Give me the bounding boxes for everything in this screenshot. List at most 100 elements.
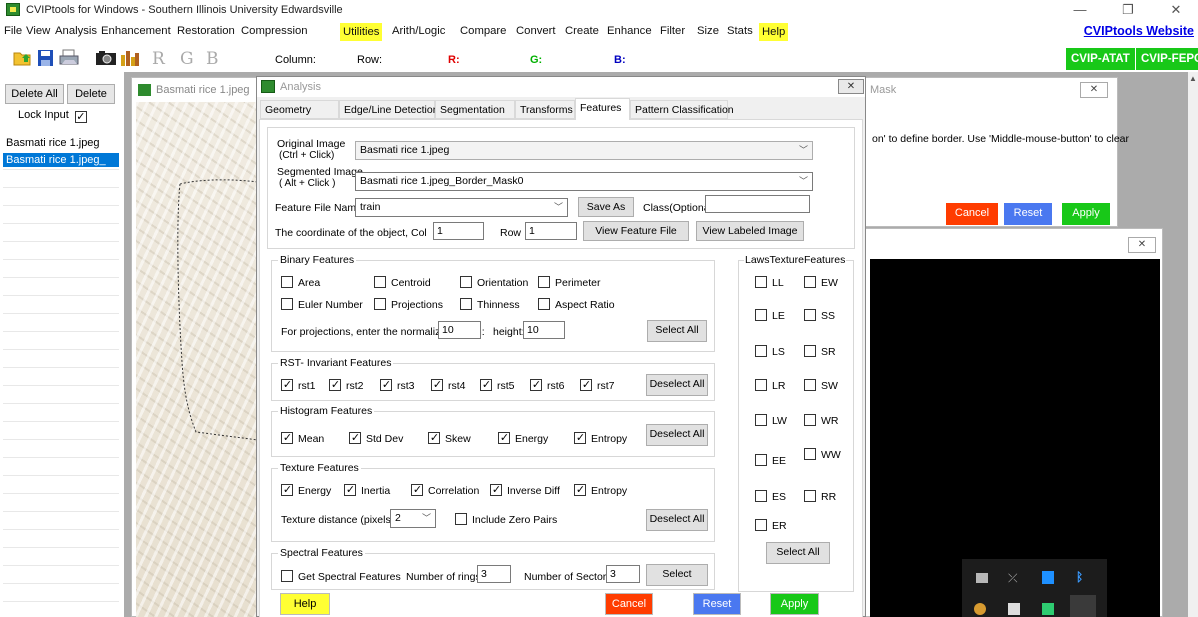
include-zero-pairs-checkbox[interactable]: Include Zero Pairs	[455, 513, 557, 527]
laws-sw-checkbox[interactable]: SW	[804, 379, 838, 393]
get-spectral-features-checkbox[interactable]: Get Spectral Features	[281, 570, 401, 584]
mask-reset-button[interactable]: Reset	[1004, 203, 1052, 225]
laws-lw-checkbox[interactable]: LW	[755, 414, 787, 428]
cancel-button[interactable]: Cancel	[605, 593, 653, 615]
laws-ww-checkbox[interactable]: WW	[804, 448, 841, 462]
menu-compare[interactable]: Compare	[460, 25, 506, 37]
rst7-checkbox[interactable]: rst7	[580, 379, 615, 393]
list-item[interactable]: Basmati rice 1.jpeg	[3, 136, 119, 150]
correlation-checkbox[interactable]: Correlation	[411, 484, 479, 498]
col-input[interactable]: 1	[433, 222, 484, 240]
euler-number-checkbox[interactable]: Euler Number	[281, 298, 363, 312]
class-input[interactable]	[705, 195, 810, 213]
menu-file[interactable]: File	[4, 25, 22, 37]
texture-energy-checkbox[interactable]: Energy	[281, 484, 331, 498]
tab-features[interactable]: Features	[575, 98, 630, 120]
rst3-checkbox[interactable]: rst3	[380, 379, 415, 393]
green-channel-icon[interactable]: G	[180, 49, 194, 69]
laws-lr-checkbox[interactable]: LR	[755, 379, 785, 393]
menu-enhancement[interactable]: Enhancement	[101, 25, 171, 37]
menu-compression[interactable]: Compression	[241, 25, 308, 37]
cvip-fepc-button[interactable]: CVIP-FEPC	[1136, 48, 1198, 70]
texture-distance-select[interactable]: 2 ﹀	[390, 509, 436, 528]
laws-ss-checkbox[interactable]: SS	[804, 309, 835, 323]
histogram-deselect-all-button[interactable]: Deselect All	[646, 424, 708, 446]
close-icon[interactable]: ✕	[1080, 82, 1108, 98]
menu-filter[interactable]: Filter	[660, 25, 685, 37]
menu-utilities[interactable]: Utilities	[340, 23, 383, 41]
open-folder-icon[interactable]	[13, 49, 33, 67]
rst4-checkbox[interactable]: rst4	[431, 379, 466, 393]
projection-width-input[interactable]: 10	[438, 321, 481, 339]
rst6-checkbox[interactable]: rst6	[530, 379, 565, 393]
print-icon[interactable]	[59, 49, 79, 67]
view-labeled-image-button[interactable]: View Labeled Image	[696, 221, 804, 241]
apply-button[interactable]: Apply	[770, 593, 819, 615]
tab-geometry[interactable]: Geometry	[260, 100, 339, 119]
centroid-checkbox[interactable]: Centroid	[374, 276, 431, 290]
laws-le-checkbox[interactable]: LE	[755, 309, 785, 323]
laws-rr-checkbox[interactable]: RR	[804, 490, 836, 504]
tab-transforms[interactable]: Transforms	[515, 100, 575, 119]
list-item-selected[interactable]: Basmati rice 1.jpeg_	[3, 153, 119, 167]
close-icon[interactable]: ✕	[1128, 237, 1156, 253]
laws-select-all-button[interactable]: Select All	[766, 542, 830, 564]
help-button[interactable]: Help	[280, 593, 330, 615]
mean-checkbox[interactable]: Mean	[281, 432, 324, 446]
result-image[interactable]: ⤫ ᛒ	[870, 259, 1160, 617]
maximize-icon[interactable]: ❐	[1108, 0, 1148, 20]
laws-wr-checkbox[interactable]: WR	[804, 414, 839, 428]
histogram-icon[interactable]	[120, 49, 140, 67]
menu-arith-logic[interactable]: Arith/Logic	[392, 25, 445, 37]
area-checkbox[interactable]: Area	[281, 276, 320, 290]
lock-input-checkbox[interactable]: Lock Input ✓	[18, 109, 87, 123]
website-link[interactable]: CVIPtools Website	[1084, 24, 1194, 38]
entropy-checkbox[interactable]: Entropy	[574, 432, 627, 446]
scrollbar[interactable]: ▲	[1188, 72, 1198, 617]
menu-size[interactable]: Size	[697, 25, 719, 37]
cvip-atat-button[interactable]: CVIP-ATAT	[1066, 48, 1135, 70]
orientation-checkbox[interactable]: Orientation	[460, 276, 528, 290]
rst1-checkbox[interactable]: rst1	[281, 379, 316, 393]
chevron-up-icon[interactable]: ▲	[1189, 74, 1197, 83]
tab-segmentation[interactable]: Segmentation	[435, 100, 515, 119]
rst5-checkbox[interactable]: rst5	[480, 379, 515, 393]
reset-button[interactable]: Reset	[693, 593, 741, 615]
delete-button[interactable]: Delete	[67, 84, 115, 104]
laws-ll-checkbox[interactable]: LL	[755, 276, 784, 290]
rings-input[interactable]: 3	[477, 565, 511, 583]
energy-checkbox[interactable]: Energy	[498, 432, 548, 446]
row-input[interactable]: 1	[525, 222, 577, 240]
menu-stats[interactable]: Stats	[727, 25, 753, 37]
laws-ls-checkbox[interactable]: LS	[755, 345, 785, 359]
minimize-icon[interactable]: —	[1060, 0, 1100, 20]
close-icon[interactable]: ✕	[838, 79, 864, 94]
thinness-checkbox[interactable]: Thinness	[460, 298, 520, 312]
laws-sr-checkbox[interactable]: SR	[804, 345, 836, 359]
mask-cancel-button[interactable]: Cancel	[946, 203, 998, 225]
segmented-image-select[interactable]: Basmati rice 1.jpeg_Border_Mask0 ﹀	[355, 172, 813, 191]
red-channel-icon[interactable]: R	[152, 49, 165, 69]
menu-help[interactable]: Help	[759, 23, 789, 41]
view-feature-file-button[interactable]: View Feature File	[583, 221, 689, 241]
menu-create[interactable]: Create	[565, 25, 599, 37]
save-as-button[interactable]: Save As	[578, 197, 634, 217]
texture-deselect-all-button[interactable]: Deselect All	[646, 509, 708, 531]
spectral-select-button[interactable]: Select	[646, 564, 708, 586]
original-image-select[interactable]: Basmati rice 1.jpeg ﹀	[355, 141, 813, 160]
menu-restoration[interactable]: Restoration	[177, 25, 235, 37]
camera-icon[interactable]	[95, 49, 116, 67]
delete-all-button[interactable]: Delete All	[5, 84, 64, 104]
sectors-input[interactable]: 3	[606, 565, 640, 583]
blue-channel-icon[interactable]: B	[206, 49, 219, 69]
laws-es-checkbox[interactable]: ES	[755, 490, 786, 504]
rst2-checkbox[interactable]: rst2	[329, 379, 364, 393]
inertia-checkbox[interactable]: Inertia	[344, 484, 390, 498]
std-dev-checkbox[interactable]: Std Dev	[349, 432, 403, 446]
inverse-diff-checkbox[interactable]: Inverse Diff	[490, 484, 560, 498]
projection-height-input[interactable]: 10	[523, 321, 565, 339]
skew-checkbox[interactable]: Skew	[428, 432, 471, 446]
texture-entropy-checkbox[interactable]: Entropy	[574, 484, 627, 498]
tab-pattern-classification[interactable]: Pattern Classification	[630, 100, 734, 119]
projections-checkbox[interactable]: Projections	[374, 298, 443, 312]
